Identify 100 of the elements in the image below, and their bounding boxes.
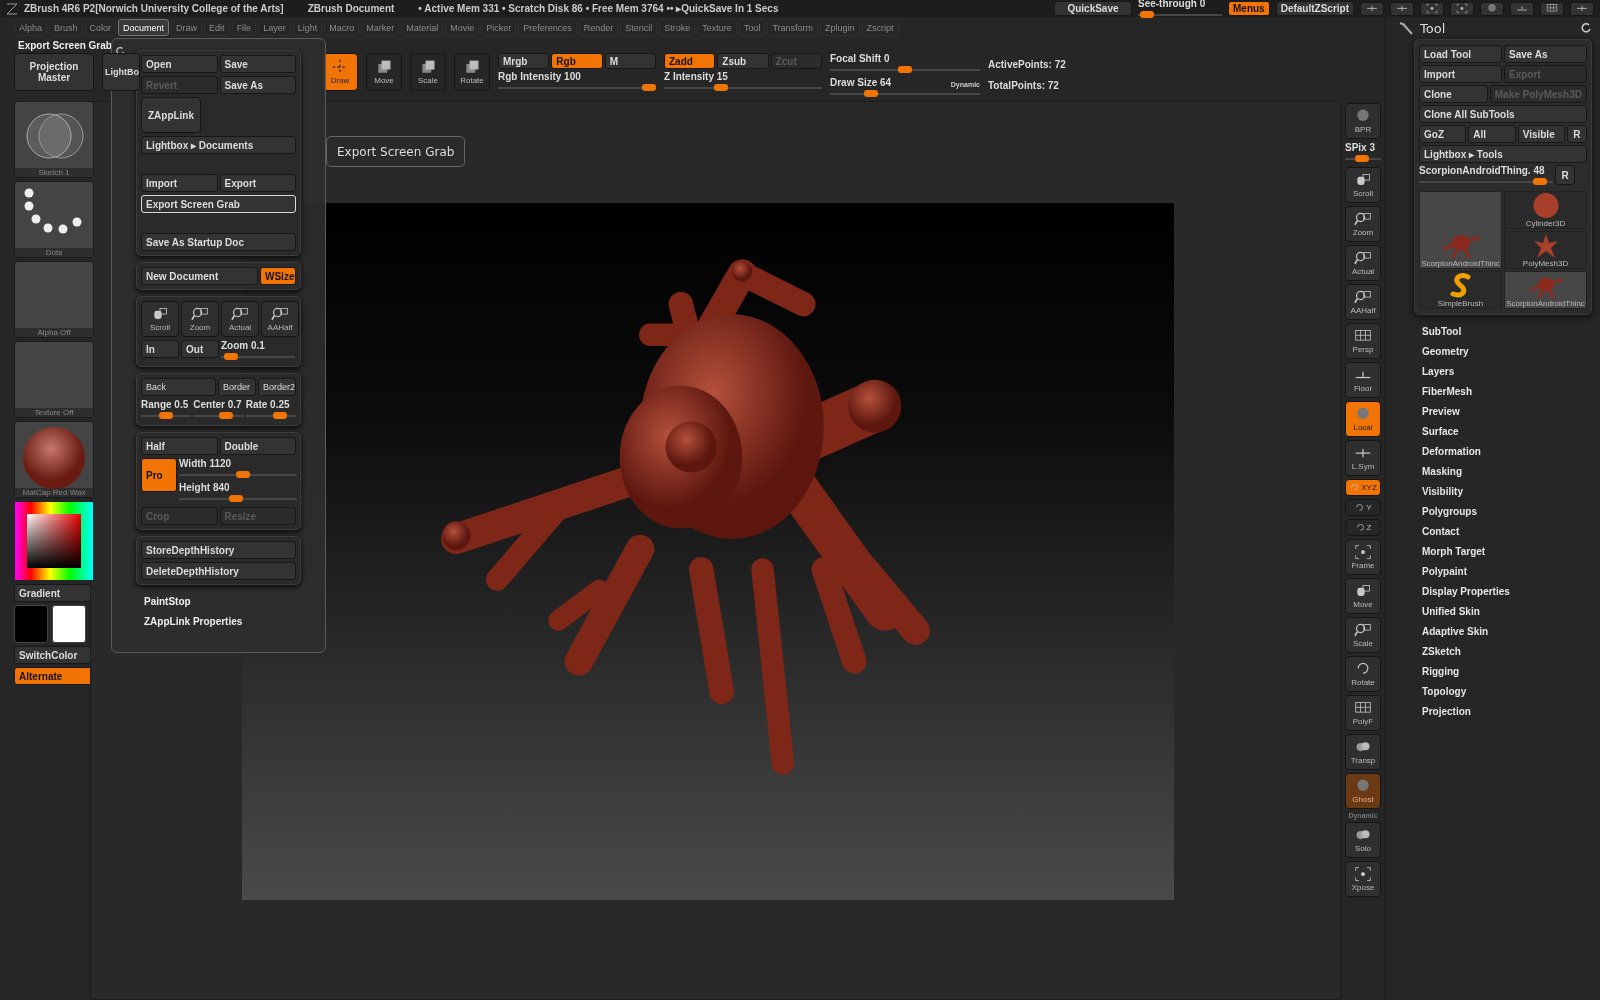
subpalette-item[interactable]: Projection [1398,701,1592,721]
reset-button[interactable]: R [1555,165,1575,185]
view-button[interactable]: L.Sym [1345,440,1381,476]
brush-thumbnail[interactable]: Sketch 1 [14,101,94,178]
mode-button[interactable]: Zsub [717,53,769,69]
refresh-icon[interactable] [1580,22,1592,34]
view-button[interactable]: Scroll [141,301,179,337]
menu-item[interactable]: ZAppLink Properties [136,611,243,631]
menu-button[interactable]: Save As Startup Doc [141,233,296,251]
subpalette-item[interactable]: Visibility [1398,481,1592,501]
tool-thumbnail[interactable]: PolyMesh3D [1504,231,1587,269]
slider-thumb[interactable] [898,66,912,73]
subpalette-item[interactable]: Geometry [1398,341,1592,361]
tool-button[interactable]: Clone [1419,85,1488,103]
view-button[interactable]: Scale [1345,617,1381,653]
zapplink-button[interactable]: ZAppLink [141,97,201,133]
view-button[interactable]: Actual [221,301,259,337]
menu-button[interactable]: Lightbox ▸ Documents [141,136,296,154]
window-control-button[interactable] [1390,1,1414,16]
tool-button[interactable]: Clone All SubTools [1419,105,1587,123]
script-button[interactable]: DefaultZScript [1275,1,1354,16]
subpalette-item[interactable]: Rigging [1398,661,1592,681]
menu-tab[interactable]: File [231,19,257,36]
view-button[interactable]: Scroll [1345,167,1381,203]
view-button[interactable]: PolyF [1345,695,1381,731]
menu-tab[interactable]: Material [401,19,444,36]
slider-thumb[interactable] [272,412,287,419]
menu-button[interactable]: Save [219,55,296,73]
subpalette-item[interactable]: Layers [1398,361,1592,381]
menu-button[interactable]: DeleteDepthHistory [141,562,296,580]
slider-thumb[interactable] [224,353,238,360]
tool-button[interactable]: R [1567,125,1587,143]
window-control-button[interactable] [1450,1,1474,16]
tool-button[interactable]: GoZ [1419,125,1467,143]
axis-button[interactable]: Y [1345,499,1381,516]
menu-tab[interactable]: Brush [49,19,83,36]
view-button[interactable]: Solo [1345,822,1381,858]
color-picker[interactable] [14,501,94,581]
menus-button[interactable]: Menus [1228,1,1270,16]
pro-button[interactable]: Pro [141,458,177,492]
subpalette-item[interactable]: Polygroups [1398,501,1592,521]
menu-tab[interactable]: Render [578,19,619,36]
subpalette-item[interactable]: Unified Skin [1398,601,1592,621]
mode-button[interactable]: Mrgb [498,53,550,69]
menu-tab[interactable]: Marker [361,19,400,36]
subpalette-item[interactable]: SubTool [1398,321,1592,341]
menu-tab[interactable]: Transform [767,19,819,36]
menu-tab[interactable]: Stroke [659,19,696,36]
view-button[interactable]: Frame [1345,539,1381,575]
menu-tab[interactable]: Alpha [14,19,48,36]
mode-button[interactable]: Zadd [664,53,716,69]
lightbox-button[interactable]: LightBo [102,53,140,91]
menu-tab[interactable]: Document [118,19,170,36]
menu-tab[interactable]: Light [292,19,323,36]
wsize-button[interactable]: WSize [260,267,296,285]
subpalette-item[interactable]: Topology [1398,681,1592,701]
subpalette-item[interactable]: Deformation [1398,441,1592,461]
menu-button[interactable]: StoreDepthHistory [141,541,296,559]
half-button[interactable]: Half [141,437,218,455]
stroke-thumbnail[interactable]: Dots [14,181,94,258]
menu-tab[interactable]: Draw [171,19,203,36]
projection-master-button[interactable]: Projection Master [14,53,94,91]
subpalette-item[interactable]: Contact [1398,521,1592,541]
slider-thumb[interactable] [1140,10,1155,18]
menu-tab[interactable]: Zscript [861,19,899,36]
subpalette-item[interactable]: ZSketch [1398,641,1592,661]
view-button[interactable]: Persp [1345,323,1381,359]
view-button[interactable]: Rotate [1345,656,1381,692]
tool-button[interactable]: Load Tool [1419,45,1502,63]
subpalette-item[interactable]: Adaptive Skin [1398,621,1592,641]
view-button[interactable]: AAHalf [261,301,299,337]
subpalette-item[interactable]: Preview [1398,401,1592,421]
subpalette-item[interactable]: Morph Target [1398,541,1592,561]
menu-tab[interactable]: Texture [697,19,737,36]
color-button[interactable]: Border [218,378,256,396]
zoom-out-button[interactable]: Out [181,340,219,358]
view-button[interactable]: BPR [1345,103,1381,139]
zoom-in-button[interactable]: In [141,340,179,358]
subpalette-item[interactable]: Masking [1398,461,1592,481]
color-button[interactable]: Back [141,378,216,396]
menu-tab[interactable]: Layer [258,19,291,36]
menu-button[interactable]: Export Screen Grab [141,195,296,213]
menu-tab[interactable]: Movie [445,19,480,36]
menu-tab[interactable]: Zplugin [820,19,860,36]
transform-mode-button[interactable]: Move [366,53,402,91]
mode-button[interactable]: Rgb [551,53,603,69]
mode-button[interactable]: M [604,53,656,69]
subpalette-item[interactable]: Surface [1398,421,1592,441]
slider-thumb[interactable] [714,84,729,91]
menu-item[interactable]: PaintStop [136,591,191,611]
menu-tab[interactable]: Picker [481,19,517,36]
subpalette-item[interactable]: Polypaint [1398,561,1592,581]
tool-button[interactable]: Save As [1504,45,1587,63]
tool-button[interactable]: Lightbox ▸ Tools [1419,145,1587,163]
axis-button[interactable]: Z [1345,519,1381,536]
window-control-button[interactable] [1570,1,1594,16]
color-swatch[interactable] [52,605,86,643]
window-control-button[interactable] [1510,1,1534,16]
tool-thumbnail[interactable]: Cylinder3D [1504,191,1587,229]
view-button[interactable]: Move [1345,578,1381,614]
